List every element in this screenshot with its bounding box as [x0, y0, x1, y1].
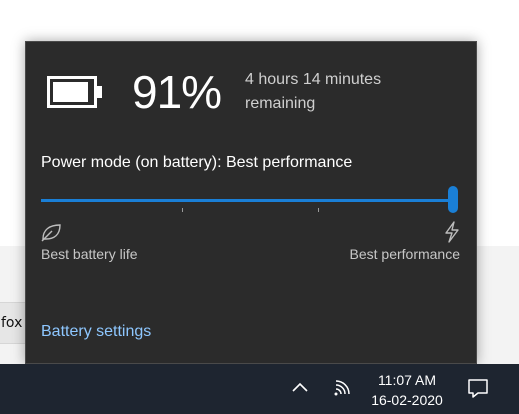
chevron-up-icon[interactable] — [291, 380, 309, 394]
power-mode-label: Power mode (on battery): Best performanc… — [41, 154, 353, 171]
battery-settings-link[interactable]: Battery settings — [41, 323, 151, 341]
notification-icon[interactable] — [467, 377, 489, 399]
wifi-icon[interactable] — [332, 378, 352, 398]
power-mode-slider-thumb[interactable] — [448, 186, 458, 213]
background-window-tab[interactable]: fox — [0, 302, 26, 344]
best-battery-life-label: Best battery life — [41, 246, 138, 262]
background-tab-label: fox — [1, 315, 23, 331]
slider-tick — [318, 208, 319, 212]
leaf-icon — [41, 224, 61, 242]
slider-tick — [182, 208, 183, 212]
best-performance-label: Best performance — [349, 246, 461, 262]
background-window-top — [0, 0, 519, 20]
time-remaining: 4 hours 14 minutes remaining — [245, 68, 445, 116]
time-remaining-line1: 4 hours 14 minutes — [245, 71, 382, 88]
battery-flyout: 91% 4 hours 14 minutes remaining Power m… — [25, 41, 477, 364]
power-mode-slider-track[interactable] — [41, 199, 458, 202]
battery-percentage: 91% — [132, 66, 222, 118]
battery-icon — [47, 76, 102, 108]
taskbar-clock[interactable]: 11:07 AM 16-02-2020 — [360, 370, 454, 410]
clock-time: 11:07 AM — [377, 372, 437, 388]
clock-date: 16-02-2020 — [371, 392, 443, 408]
bolt-icon — [445, 221, 459, 243]
time-remaining-line2: remaining — [245, 95, 316, 112]
